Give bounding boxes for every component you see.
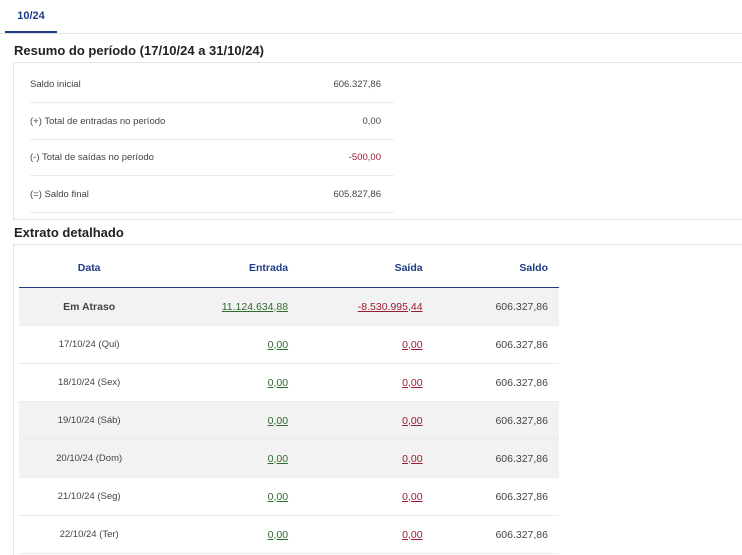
exit-amount-link[interactable]: 0,00 bbox=[402, 377, 422, 389]
row-balance: 606.327,86 bbox=[422, 325, 559, 364]
summary-title: Resumo do período (17/10/24 a 31/10/24) bbox=[14, 43, 264, 58]
summary-value: -500,00 bbox=[348, 152, 381, 163]
exit-amount-link[interactable]: 0,00 bbox=[402, 491, 422, 503]
row-date: 21/10/24 (Seg) bbox=[19, 477, 160, 516]
row-balance: 606.327,86 bbox=[422, 401, 559, 440]
row-date: 19/10/24 (Sáb) bbox=[19, 401, 160, 440]
table-row: 21/10/24 (Seg) 0,00 0,00 606.327,86 bbox=[19, 477, 559, 516]
entry-amount-link[interactable]: 0,00 bbox=[268, 529, 288, 541]
column-header-balance: Saldo bbox=[422, 249, 559, 288]
summary-label: (-) Total de saídas no período bbox=[30, 152, 154, 163]
row-date: 17/10/24 (Qui) bbox=[19, 325, 160, 364]
row-date: 22/10/24 (Ter) bbox=[19, 515, 160, 554]
entry-amount-link[interactable]: 0,00 bbox=[268, 453, 288, 465]
summary-row: Saldo inicial 606.327,86 bbox=[30, 67, 394, 103]
row-balance: 606.327,86 bbox=[422, 363, 559, 402]
entry-amount-link[interactable]: 0,00 bbox=[268, 415, 288, 427]
row-balance: 606.327,86 bbox=[422, 477, 559, 516]
summary-row: (-) Total de saídas no período -500,00 bbox=[30, 140, 394, 176]
table-row: 18/10/24 (Sex) 0,00 0,00 606.327,86 bbox=[19, 363, 559, 402]
tab-month[interactable]: 10/24 bbox=[5, 0, 57, 33]
entry-amount-link[interactable]: 11.124.634,88 bbox=[222, 301, 288, 313]
summary-label: Saldo inicial bbox=[30, 79, 81, 90]
row-date: Em Atraso bbox=[19, 287, 160, 326]
summary-value: 606.327,86 bbox=[333, 79, 381, 90]
summary-value: 0,00 bbox=[362, 116, 382, 127]
table-row: 22/10/24 (Ter) 0,00 0,00 606.327,86 bbox=[19, 515, 559, 554]
table-header-row: Data Entrada Saída Saldo bbox=[19, 249, 559, 288]
row-date: 20/10/24 (Dom) bbox=[19, 439, 160, 478]
entry-amount-link[interactable]: 0,00 bbox=[268, 339, 288, 351]
table-row: 20/10/24 (Dom) 0,00 0,00 606.327,86 bbox=[19, 439, 559, 478]
column-header-in: Entrada bbox=[159, 249, 289, 288]
statement-table: Data Entrada Saída Saldo Em Atraso 11.12… bbox=[19, 249, 559, 554]
summary-row: (+) Total de entradas no período 0,00 bbox=[30, 104, 394, 140]
statement-title: Extrato detalhado bbox=[14, 225, 124, 240]
table-row: 17/10/24 (Qui) 0,00 0,00 606.327,86 bbox=[19, 325, 559, 364]
column-header-out: Saída bbox=[288, 249, 423, 288]
exit-amount-link[interactable]: 0,00 bbox=[402, 529, 422, 541]
summary-row: (=) Saldo final 605.827,86 bbox=[30, 177, 394, 213]
summary-panel: Saldo inicial 606.327,86 (+) Total de en… bbox=[13, 62, 742, 220]
table-row: 19/10/24 (Sáb) 0,00 0,00 606.327,86 bbox=[19, 401, 559, 440]
table-row: Em Atraso 11.124.634,88 -8.530.995,44 60… bbox=[19, 287, 559, 326]
exit-amount-link[interactable]: 0,00 bbox=[402, 415, 422, 427]
row-balance: 606.327,86 bbox=[422, 287, 559, 326]
row-balance: 606.327,86 bbox=[422, 439, 559, 478]
exit-amount-link[interactable]: -8.530.995,44 bbox=[358, 301, 423, 313]
exit-amount-link[interactable]: 0,00 bbox=[402, 339, 422, 351]
summary-label: (=) Saldo final bbox=[30, 189, 89, 200]
exit-amount-link[interactable]: 0,00 bbox=[402, 453, 422, 465]
entry-amount-link[interactable]: 0,00 bbox=[268, 377, 288, 389]
summary-value: 605.827,86 bbox=[333, 189, 381, 200]
summary-label: (+) Total de entradas no período bbox=[30, 116, 166, 127]
entry-amount-link[interactable]: 0,00 bbox=[268, 491, 288, 503]
row-balance: 606.327,86 bbox=[422, 515, 559, 554]
column-header-date: Data bbox=[19, 249, 160, 288]
tab-bar: 10/24 bbox=[0, 0, 742, 34]
row-date: 18/10/24 (Sex) bbox=[19, 363, 160, 402]
